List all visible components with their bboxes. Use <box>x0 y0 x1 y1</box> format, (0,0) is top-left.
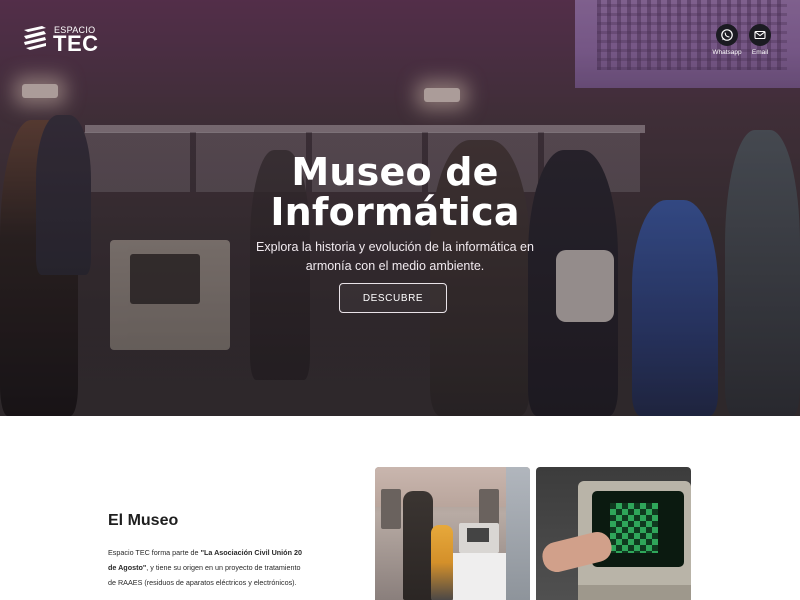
hero-title-line2: Informática <box>270 190 520 234</box>
museum-visitors-photo <box>375 467 530 600</box>
hero-subtitle: Explora la historia y evolución de la in… <box>256 240 534 273</box>
whatsapp-icon <box>716 24 738 46</box>
museo-description: Espacio TEC forma parte de "La Asociació… <box>108 545 308 590</box>
logo-big-text: TEC <box>53 31 99 56</box>
espacio-tec-logo-icon <box>24 26 46 50</box>
hero-title-line1: Museo de <box>291 150 499 194</box>
descubre-button[interactable]: DESCUBRE <box>339 283 447 313</box>
email-link[interactable]: Email <box>738 24 782 56</box>
museo-heading: El Museo <box>108 512 179 529</box>
hero-title: Museo de Informática <box>200 152 590 232</box>
chess-computer-photo <box>536 467 691 600</box>
museo-text-prefix: Espacio TEC forma parte de <box>108 548 201 557</box>
mail-icon <box>749 24 771 46</box>
hero-section: ESPACIO TEC Whatsapp Email Museo de Info… <box>0 0 800 416</box>
email-label: Email <box>751 49 769 56</box>
logo-link[interactable]: ESPACIO TEC <box>22 24 102 56</box>
